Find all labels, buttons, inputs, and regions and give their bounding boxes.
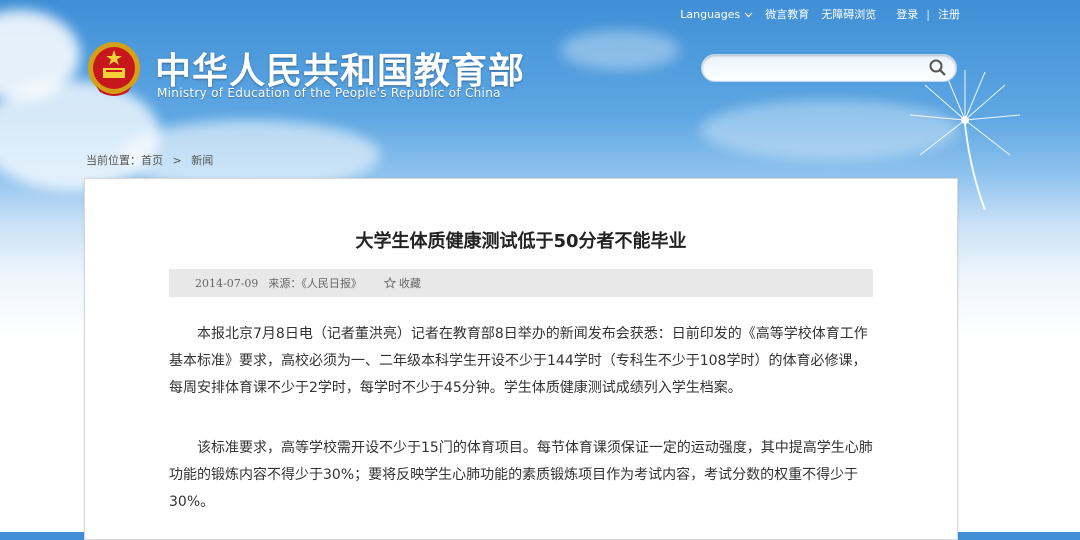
login-link[interactable]: 登录 — [896, 6, 918, 22]
breadcrumb-separator: > — [172, 154, 182, 167]
languages-link[interactable]: Languages — [680, 8, 740, 21]
weibo-link[interactable]: 微言教育 — [765, 6, 809, 22]
article-panel: 大学生体质健康测试低于50分者不能毕业 2014-07-09 来源：《人民日报》… — [84, 178, 958, 540]
article-source: 来源：《人民日报》 — [268, 277, 362, 290]
star-icon — [383, 277, 396, 289]
breadcrumb-home[interactable]: 首页 — [141, 154, 163, 167]
article-meta-bar: 2014-07-09 来源：《人民日报》 收藏 — [169, 269, 873, 297]
breadcrumb-current[interactable]: 新闻 — [191, 154, 213, 167]
article-date: 2014-07-09 — [195, 276, 259, 290]
background-cloud — [560, 30, 680, 70]
top-links: Languages 微言教育 无障碍浏览 登录 | 注册 — [668, 6, 960, 22]
chevron-down-icon[interactable] — [744, 8, 753, 21]
article-paragraph: 本报北京7月8日电（记者董洪亮）记者在教育部8日举办的新闻发布会获悉：日前印发的… — [169, 326, 868, 396]
article-paragraph: 该标准要求，高等学校需开设不少于15门的体育项目。每节体育课须保证一定的运动强度… — [169, 440, 873, 510]
national-emblem-icon[interactable] — [86, 40, 142, 100]
site-subtitle: Ministry of Education of the People's Re… — [157, 86, 501, 100]
search-icon[interactable] — [928, 58, 948, 78]
article-title: 大学生体质健康测试低于50分者不能毕业 — [355, 231, 687, 252]
search-input[interactable] — [714, 59, 918, 79]
register-link[interactable]: 注册 — [938, 6, 960, 22]
link-separator: | — [926, 7, 930, 21]
breadcrumb-label: 当前位置： — [86, 154, 141, 167]
accessible-browsing-link[interactable]: 无障碍浏览 — [821, 6, 876, 22]
breadcrumb: 当前位置：首页 > 新闻 — [86, 152, 219, 168]
favorite-label: 收藏 — [398, 277, 421, 290]
search-box — [701, 54, 957, 82]
favorite-button[interactable]: 收藏 — [383, 275, 421, 291]
